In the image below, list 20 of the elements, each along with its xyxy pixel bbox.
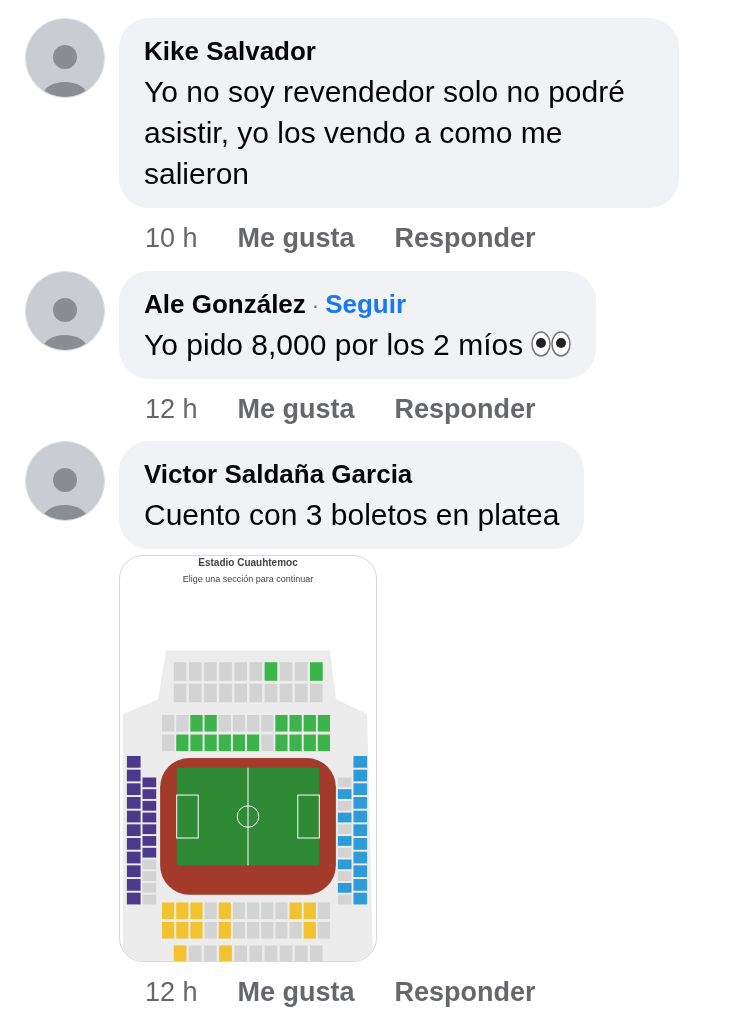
comment-time: 12 h	[145, 392, 198, 426]
follow-link[interactable]: Seguir	[325, 284, 407, 324]
reply-button[interactable]: Responder	[394, 972, 536, 1013]
comment-time: 10 h	[145, 222, 198, 255]
comment-time: 12 h	[145, 976, 198, 1009]
comment-text: Yo no soy revendedor solo no podré asistir, yo los vendo a como me salieron	[144, 74, 626, 192]
stadium-title: Estadio Cuauhtemoc	[198, 557, 298, 569]
reply-button[interactable]: Responder	[394, 218, 536, 259]
instruction-text: Elige una sección para continuar	[182, 573, 314, 586]
author-name[interactable]: Ale González	[144, 284, 306, 324]
attached-screenshot[interactable]: Estadio Cuauhtemoc Elige una sección para continuar	[119, 555, 377, 962]
comment-text: Cuento con 3 boletos en platea	[144, 497, 560, 533]
author-name[interactable]: Victor Saldaña Garcia	[144, 455, 413, 494]
like-button[interactable]: Me gusta	[237, 218, 355, 259]
author-name[interactable]: Kike Salvador	[144, 32, 316, 71]
separator-dot: ·	[311, 291, 320, 320]
like-button[interactable]: Me gusta	[237, 972, 355, 1013]
comment-text: Yo pido 8,000 por los 2 míos	[144, 326, 524, 363]
like-button[interactable]: Me gusta	[237, 388, 355, 429]
reply-button[interactable]: Responder	[394, 388, 536, 429]
